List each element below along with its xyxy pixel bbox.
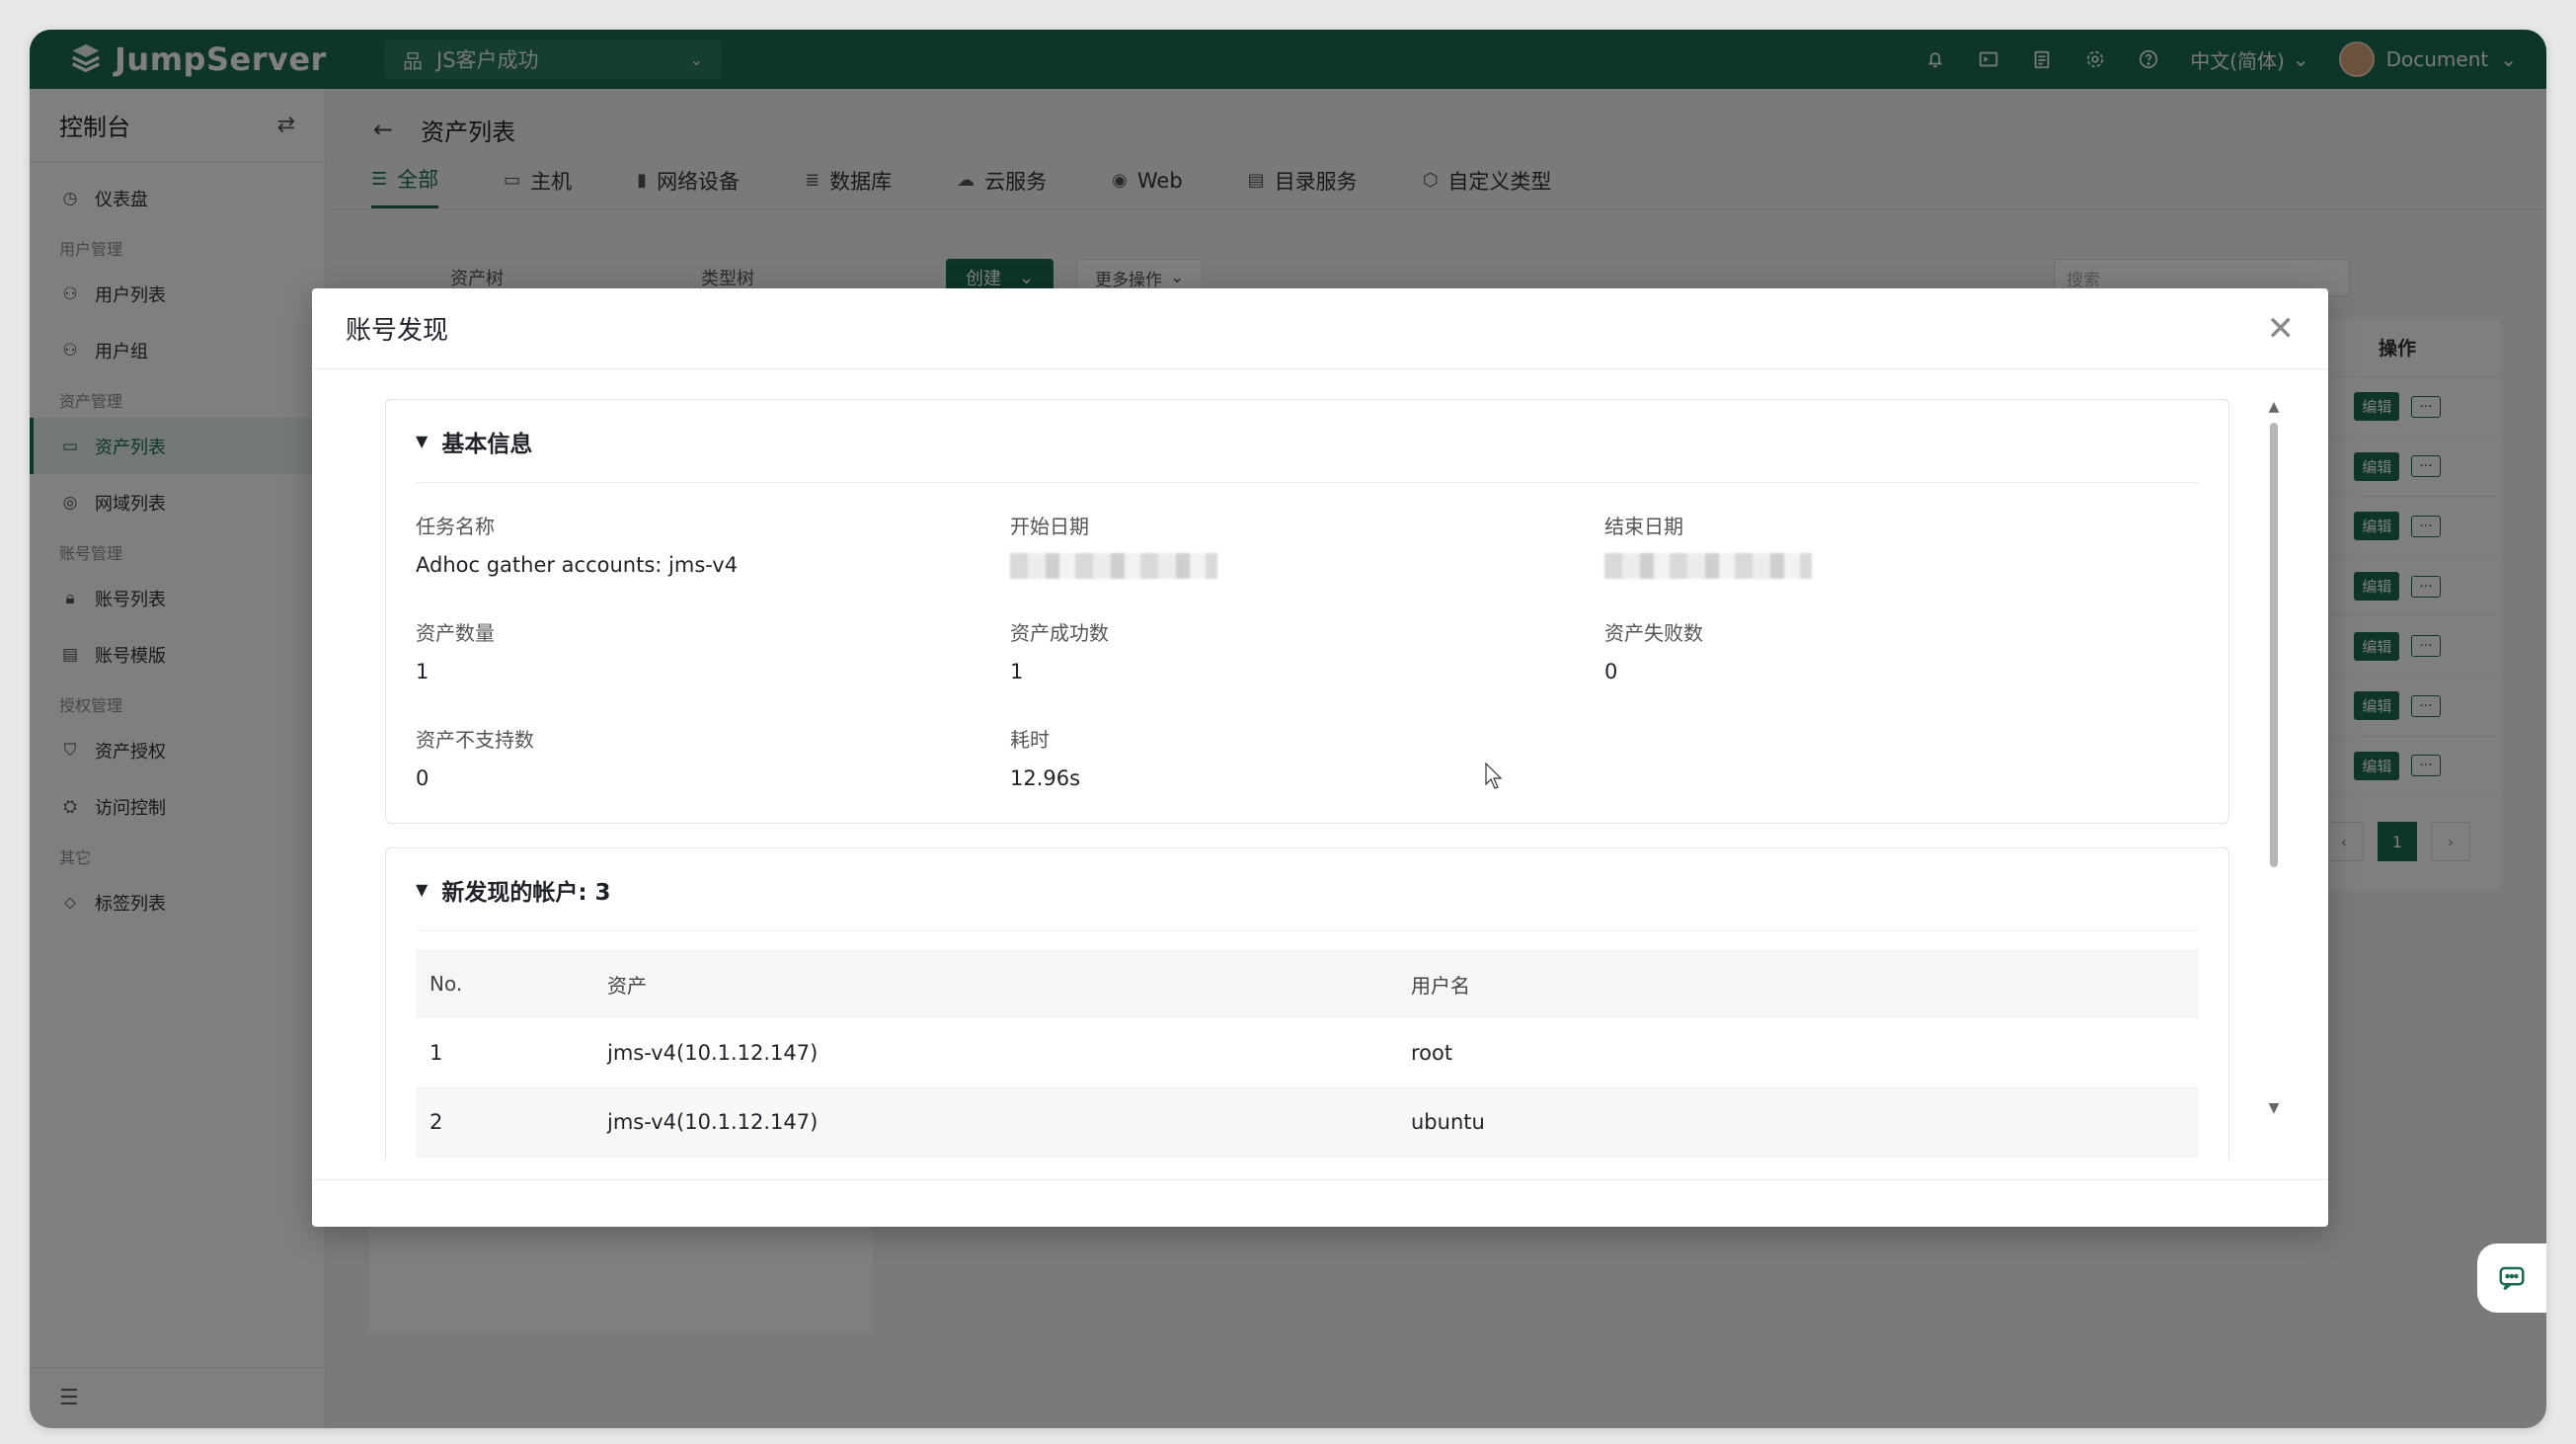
- field-label: 资产失败数: [1604, 621, 1703, 645]
- cell-asset: jms-v4(10.1.12.147): [593, 1018, 1397, 1088]
- asset-count-field: 资产数量 1: [416, 590, 1010, 696]
- mouse-cursor-icon: [1485, 762, 1503, 789]
- field-label: 资产数量: [416, 621, 495, 645]
- field-value: 1: [416, 660, 429, 683]
- scroll-track[interactable]: [2270, 423, 2278, 1096]
- basic-info-toggle[interactable]: ▼ 基本信息: [416, 400, 2199, 483]
- field-value: 12.96s: [1010, 766, 1081, 790]
- section-title: 新发现的帐户: 3: [441, 879, 611, 906]
- account-discovery-dialog: 账号发现 ✕ ▼ 基本信息 任务名称 Adhoc gather accounts…: [312, 288, 2328, 1227]
- start-date-field: 开始日期: [1010, 483, 1604, 590]
- basic-info-card: ▼ 基本信息 任务名称 Adhoc gather accounts: jms-v…: [385, 399, 2229, 824]
- table-row: 2 jms-v4(10.1.12.147) ubuntu: [416, 1087, 2199, 1158]
- field-value-redacted: [1604, 553, 2199, 579]
- field-label: 资产成功数: [1010, 621, 1109, 645]
- redacted-block: [1604, 553, 1812, 579]
- redacted-block: [1010, 553, 1217, 579]
- chat-icon[interactable]: [2477, 1243, 2546, 1313]
- cell-username: ubuntu: [1397, 1087, 2199, 1158]
- scroll-down-icon[interactable]: ▼: [2267, 1100, 2281, 1120]
- dialog-header: 账号发现 ✕: [312, 288, 2328, 369]
- scroll-thumb[interactable]: [2270, 423, 2278, 867]
- info-grid: 任务名称 Adhoc gather accounts: jms-v4 开始日期 …: [386, 483, 2228, 803]
- dialog-body[interactable]: ▼ 基本信息 任务名称 Adhoc gather accounts: jms-v…: [312, 369, 2328, 1160]
- duration-field: 耗时 12.96s: [1010, 696, 1604, 803]
- section-title: 基本信息: [441, 431, 533, 457]
- table-header-row: No. 资产 用户名: [416, 949, 2199, 1018]
- caret-down-icon: ▼: [416, 432, 429, 450]
- field-label: 耗时: [1010, 728, 1050, 752]
- discovered-accounts-toggle[interactable]: ▼ 新发现的帐户: 3: [416, 848, 2199, 931]
- column-header-no: No.: [416, 949, 593, 1018]
- cell-no: 2: [416, 1087, 593, 1158]
- discovered-accounts-table: No. 资产 用户名 1 jms-v4(10.1.12.147) root 2: [416, 949, 2199, 1158]
- column-header-username: 用户名: [1397, 949, 2199, 1018]
- column-header-asset: 资产: [593, 949, 1397, 1018]
- end-date-field: 结束日期: [1604, 483, 2199, 590]
- close-icon[interactable]: ✕: [2267, 309, 2296, 349]
- field-value: 0: [1604, 660, 1618, 683]
- field-value-redacted: [1010, 553, 1604, 579]
- cell-asset: jms-v4(10.1.12.147): [593, 1087, 1397, 1158]
- asset-unsupported-field: 资产不支持数 0: [416, 696, 1010, 803]
- field-value: Adhoc gather accounts: jms-v4: [416, 553, 739, 577]
- field-value: 1: [1010, 660, 1024, 683]
- asset-fail-field: 资产失败数 0: [1604, 590, 2199, 696]
- table-row: 1 jms-v4(10.1.12.147) root: [416, 1018, 2199, 1088]
- asset-success-field: 资产成功数 1: [1010, 590, 1604, 696]
- field-label: 结束日期: [1604, 515, 1683, 538]
- field-label: 任务名称: [416, 515, 495, 538]
- dialog-title: 账号发现: [346, 316, 449, 346]
- scroll-up-icon[interactable]: ▲: [2267, 399, 2281, 419]
- app-window: JumpServer 品 JS客户成功 ⌄ 中文(简体): [30, 30, 2546, 1428]
- cell-no: 1: [416, 1018, 593, 1088]
- field-label: 资产不支持数: [416, 728, 534, 752]
- field-value: 0: [416, 766, 429, 790]
- field-label: 开始日期: [1010, 515, 1089, 538]
- dialog-scrollbar[interactable]: ▲ ▼: [2267, 399, 2281, 1120]
- caret-down-icon: ▼: [416, 880, 429, 899]
- dialog-footer: [312, 1179, 2328, 1227]
- discovered-accounts-card: ▼ 新发现的帐户: 3 No. 资产 用户名 1 jms-v4(10.1.12.…: [385, 847, 2229, 1160]
- cell-username: root: [1397, 1018, 2199, 1088]
- task-name-field: 任务名称 Adhoc gather accounts: jms-v4: [416, 483, 1010, 590]
